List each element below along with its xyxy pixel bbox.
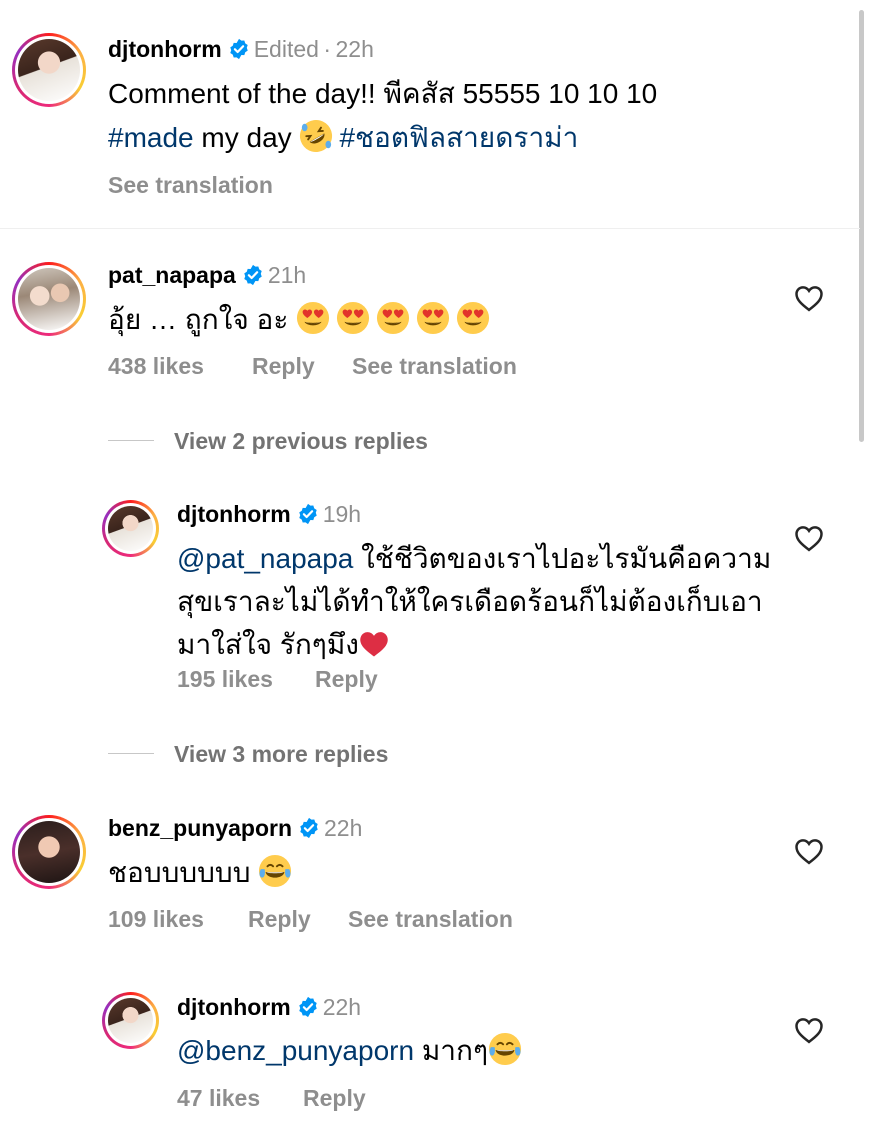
comment-text: อุ้ย … ถูกใจ อะ	[108, 298, 496, 341]
avatar[interactable]	[102, 992, 159, 1049]
verified-badge-icon	[297, 996, 319, 1018]
joy-emoji	[488, 1032, 522, 1066]
timestamp: 21h	[267, 262, 307, 288]
view-more-replies-button[interactable]: View 3 more replies	[174, 741, 388, 768]
heart-eyes-emoji	[456, 301, 490, 335]
comment-text: ชอบบบบบบ	[108, 851, 298, 894]
timestamp: 19h	[322, 501, 362, 527]
mention-link[interactable]: @benz_punyaporn	[177, 1035, 414, 1066]
reply-body: มากๆ	[414, 1035, 488, 1066]
post-caption-line1: Comment of the day!! พีคสัส 55555 10 10 …	[108, 78, 658, 109]
heart-eyes-emoji	[336, 301, 370, 335]
reply-header: djtonhorm 22h	[177, 994, 361, 1021]
timestamp: 22h	[322, 994, 362, 1020]
divider	[108, 440, 154, 441]
reply-button[interactable]: Reply	[303, 1085, 366, 1112]
reply-button[interactable]: Reply	[252, 353, 315, 380]
timestamp: 22h	[335, 36, 374, 62]
heart-eyes-emoji	[416, 301, 450, 335]
avatar[interactable]	[102, 500, 159, 557]
like-count[interactable]: 109 likes	[108, 906, 204, 933]
heart-eyes-emoji	[296, 301, 330, 335]
username[interactable]: djtonhorm	[108, 36, 222, 62]
username[interactable]: djtonhorm	[177, 501, 291, 527]
reply-button[interactable]: Reply	[248, 906, 311, 933]
comment-header: benz_punyaporn 22h	[108, 815, 362, 842]
username[interactable]: pat_napapa	[108, 262, 236, 288]
mention-link[interactable]: @pat_napapa	[177, 543, 353, 574]
post-header: djtonhorm Edited · 22h	[108, 36, 374, 63]
see-translation-link[interactable]: See translation	[108, 172, 273, 199]
edited-label: Edited	[253, 36, 319, 62]
avatar[interactable]	[12, 33, 86, 107]
reply-text: @pat_napapa ใช้ชีวิตของเราไปอะไรมันคือคว…	[177, 537, 787, 666]
heart-outline-icon[interactable]	[794, 837, 824, 865]
comment-body: ชอบบบบบบ	[108, 857, 259, 888]
divider	[108, 753, 154, 754]
heart-outline-icon[interactable]	[794, 1016, 824, 1044]
avatar[interactable]	[12, 262, 86, 336]
username[interactable]: benz_punyaporn	[108, 815, 292, 841]
reply-body: ใช้ชีวิตของเราไปอะไรมันคือความ	[353, 543, 772, 574]
like-count[interactable]: 47 likes	[177, 1085, 260, 1112]
post-caption-line2: #made my day #ชอตฟิลสายดราม่า	[108, 116, 578, 159]
see-translation-link[interactable]: See translation	[352, 353, 517, 380]
timestamp: 22h	[324, 815, 363, 841]
hashtag-link[interactable]: #ชอตฟิลสายดราม่า	[339, 122, 578, 153]
verified-badge-icon	[298, 817, 320, 839]
hashtag-link[interactable]: #made	[108, 122, 194, 153]
username[interactable]: djtonhorm	[177, 994, 291, 1020]
reply-body: มาใส่ใจ รักๆมึง	[177, 629, 359, 660]
avatar[interactable]	[12, 815, 86, 889]
reply-header: djtonhorm 19h	[177, 501, 361, 528]
see-translation-link[interactable]: See translation	[348, 906, 513, 933]
like-count[interactable]: 195 likes	[177, 666, 273, 693]
like-count[interactable]: 438 likes	[108, 353, 204, 380]
joy-emoji	[258, 854, 292, 888]
verified-badge-icon	[297, 503, 319, 525]
verified-badge-icon	[242, 264, 264, 286]
heart-outline-icon[interactable]	[794, 524, 824, 552]
scrollbar[interactable]	[859, 10, 864, 442]
separator: ·	[323, 36, 332, 62]
verified-badge-icon	[228, 38, 250, 60]
caption-text: my day	[193, 122, 300, 153]
heart-outline-icon[interactable]	[794, 284, 824, 312]
divider	[0, 228, 860, 229]
comment-header: pat_napapa 21h	[108, 262, 306, 289]
comment-body: อุ้ย … ถูกใจ อะ	[108, 304, 297, 335]
heart-eyes-emoji	[376, 301, 410, 335]
red-heart-emoji	[359, 630, 389, 658]
reply-text: @benz_punyaporn มากๆ	[177, 1029, 528, 1072]
reply-button[interactable]: Reply	[315, 666, 378, 693]
view-previous-replies-button[interactable]: View 2 previous replies	[174, 428, 428, 455]
reply-body: สุขเราละไม่ได้ทำให้ใครเดือดร้อนก็ไม่ต้อง…	[177, 586, 763, 617]
rofl-emoji	[299, 119, 333, 153]
